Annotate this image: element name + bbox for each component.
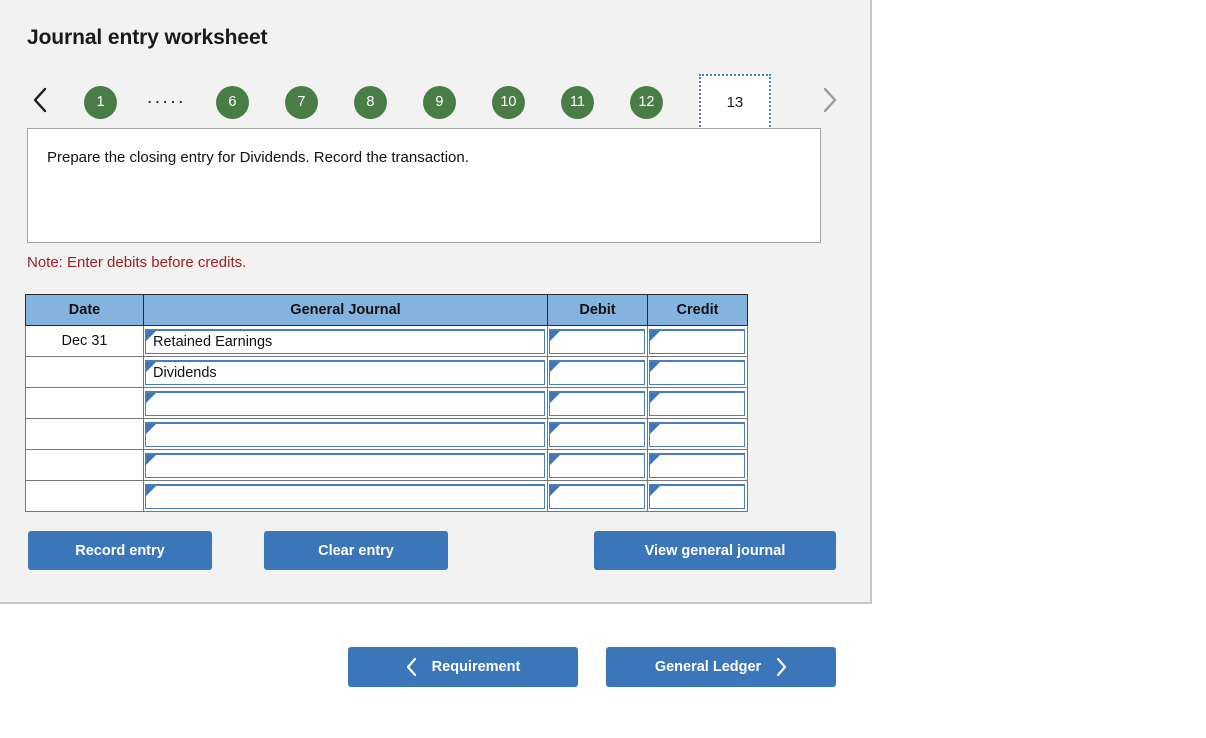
- debit-cell[interactable]: [547, 356, 648, 388]
- table-row: [25, 449, 748, 481]
- dropdown-triangle-icon: [550, 423, 560, 434]
- dropdown-triangle-icon: [146, 423, 156, 434]
- chevron-right-icon: [821, 87, 837, 113]
- debit-cell[interactable]: [547, 387, 648, 419]
- account-cell[interactable]: [143, 387, 548, 419]
- tab-ellipsis: .....: [147, 87, 186, 108]
- dropdown-triangle-icon: [146, 392, 156, 403]
- account-cell[interactable]: [143, 449, 548, 481]
- tab-item-12[interactable]: 12: [629, 85, 663, 119]
- account-cell[interactable]: [143, 418, 548, 450]
- dropdown-triangle-icon: [650, 392, 660, 403]
- tab-item-8[interactable]: 8: [353, 85, 387, 119]
- table-row: [25, 480, 748, 512]
- date-cell[interactable]: [25, 418, 144, 450]
- table-body: Dec 31 Retained Earnings Dividends: [25, 325, 748, 512]
- tab-item-10[interactable]: 10: [491, 85, 525, 119]
- table-row: [25, 387, 748, 419]
- tab-prev-button[interactable]: [27, 80, 53, 120]
- record-entry-button[interactable]: Record entry: [28, 531, 212, 570]
- column-header-date: Date: [25, 294, 144, 326]
- table-header-row: Date General Journal Debit Credit: [25, 294, 748, 326]
- journal-entry-worksheet-page: Journal entry worksheet 1 ..... 6 7 8 9 …: [0, 0, 1206, 738]
- account-value: Dividends: [153, 364, 217, 381]
- table-row: Dec 31 Retained Earnings: [25, 325, 748, 357]
- column-header-debit: Debit: [547, 294, 648, 326]
- dropdown-triangle-icon: [550, 392, 560, 403]
- date-cell[interactable]: [25, 449, 144, 481]
- dropdown-triangle-icon: [146, 330, 156, 341]
- instruction-text: Prepare the closing entry for Dividends.…: [47, 149, 469, 166]
- tab-item-13-active[interactable]: 13: [698, 74, 771, 130]
- general-ledger-nav-label: General Ledger: [654, 659, 762, 675]
- dropdown-triangle-icon: [146, 361, 156, 372]
- debit-cell[interactable]: [547, 418, 648, 450]
- clear-entry-button[interactable]: Clear entry: [264, 531, 448, 570]
- credit-cell[interactable]: [647, 356, 748, 388]
- tab-item-7[interactable]: 7: [284, 85, 318, 119]
- worksheet-panel: Journal entry worksheet 1 ..... 6 7 8 9 …: [0, 0, 872, 604]
- debit-cell[interactable]: [547, 449, 648, 481]
- credit-cell[interactable]: [647, 449, 748, 481]
- requirement-nav-label: Requirement: [431, 659, 521, 675]
- tab-item-6[interactable]: 6: [215, 85, 249, 119]
- dropdown-triangle-icon: [650, 454, 660, 465]
- date-cell[interactable]: [25, 387, 144, 419]
- dropdown-triangle-icon: [550, 454, 560, 465]
- credit-cell[interactable]: [647, 387, 748, 419]
- account-cell[interactable]: Retained Earnings: [143, 325, 548, 357]
- dropdown-triangle-icon: [650, 330, 660, 341]
- dropdown-triangle-icon: [146, 454, 156, 465]
- account-value: Retained Earnings: [153, 333, 273, 350]
- requirement-nav-button[interactable]: Requirement: [348, 647, 578, 687]
- dropdown-triangle-icon: [146, 485, 156, 496]
- general-ledger-nav-button[interactable]: General Ledger: [606, 647, 836, 687]
- date-cell[interactable]: [25, 356, 144, 388]
- journal-entry-table: Date General Journal Debit Credit Dec 31…: [25, 294, 748, 512]
- table-row: [25, 418, 748, 450]
- dropdown-triangle-icon: [650, 423, 660, 434]
- credit-cell[interactable]: [647, 418, 748, 450]
- chevron-left-icon: [32, 87, 48, 113]
- dropdown-triangle-icon: [650, 361, 660, 372]
- debits-before-credits-note: Note: Enter debits before credits.: [27, 254, 247, 271]
- dropdown-triangle-icon: [550, 485, 560, 496]
- dropdown-triangle-icon: [550, 330, 560, 341]
- column-header-credit: Credit: [647, 294, 748, 326]
- credit-cell[interactable]: [647, 480, 748, 512]
- tab-strip: 1 ..... 6 7 8 9 10 11 12 13: [27, 74, 842, 130]
- table-row: Dividends: [25, 356, 748, 388]
- account-cell[interactable]: [143, 480, 548, 512]
- credit-cell[interactable]: [647, 325, 748, 357]
- column-header-general-journal: General Journal: [143, 294, 548, 326]
- view-general-journal-button[interactable]: View general journal: [594, 531, 836, 570]
- page-title: Journal entry worksheet: [27, 26, 268, 49]
- date-cell[interactable]: [25, 480, 144, 512]
- tab-item-1[interactable]: 1: [84, 85, 117, 119]
- chevron-right-icon: [775, 657, 787, 677]
- tab-list: 1 ..... 6 7 8 9 10 11 12 13: [84, 74, 771, 130]
- debit-cell[interactable]: [547, 480, 648, 512]
- dropdown-triangle-icon: [550, 361, 560, 372]
- tab-next-button[interactable]: [816, 80, 842, 120]
- tab-item-11[interactable]: 11: [560, 85, 594, 119]
- instruction-box: Prepare the closing entry for Dividends.…: [27, 128, 821, 243]
- tab-item-9[interactable]: 9: [422, 85, 456, 119]
- date-cell[interactable]: Dec 31: [25, 325, 144, 357]
- account-cell[interactable]: Dividends: [143, 356, 548, 388]
- dropdown-triangle-icon: [650, 485, 660, 496]
- debit-cell[interactable]: [547, 325, 648, 357]
- chevron-left-icon: [406, 657, 418, 677]
